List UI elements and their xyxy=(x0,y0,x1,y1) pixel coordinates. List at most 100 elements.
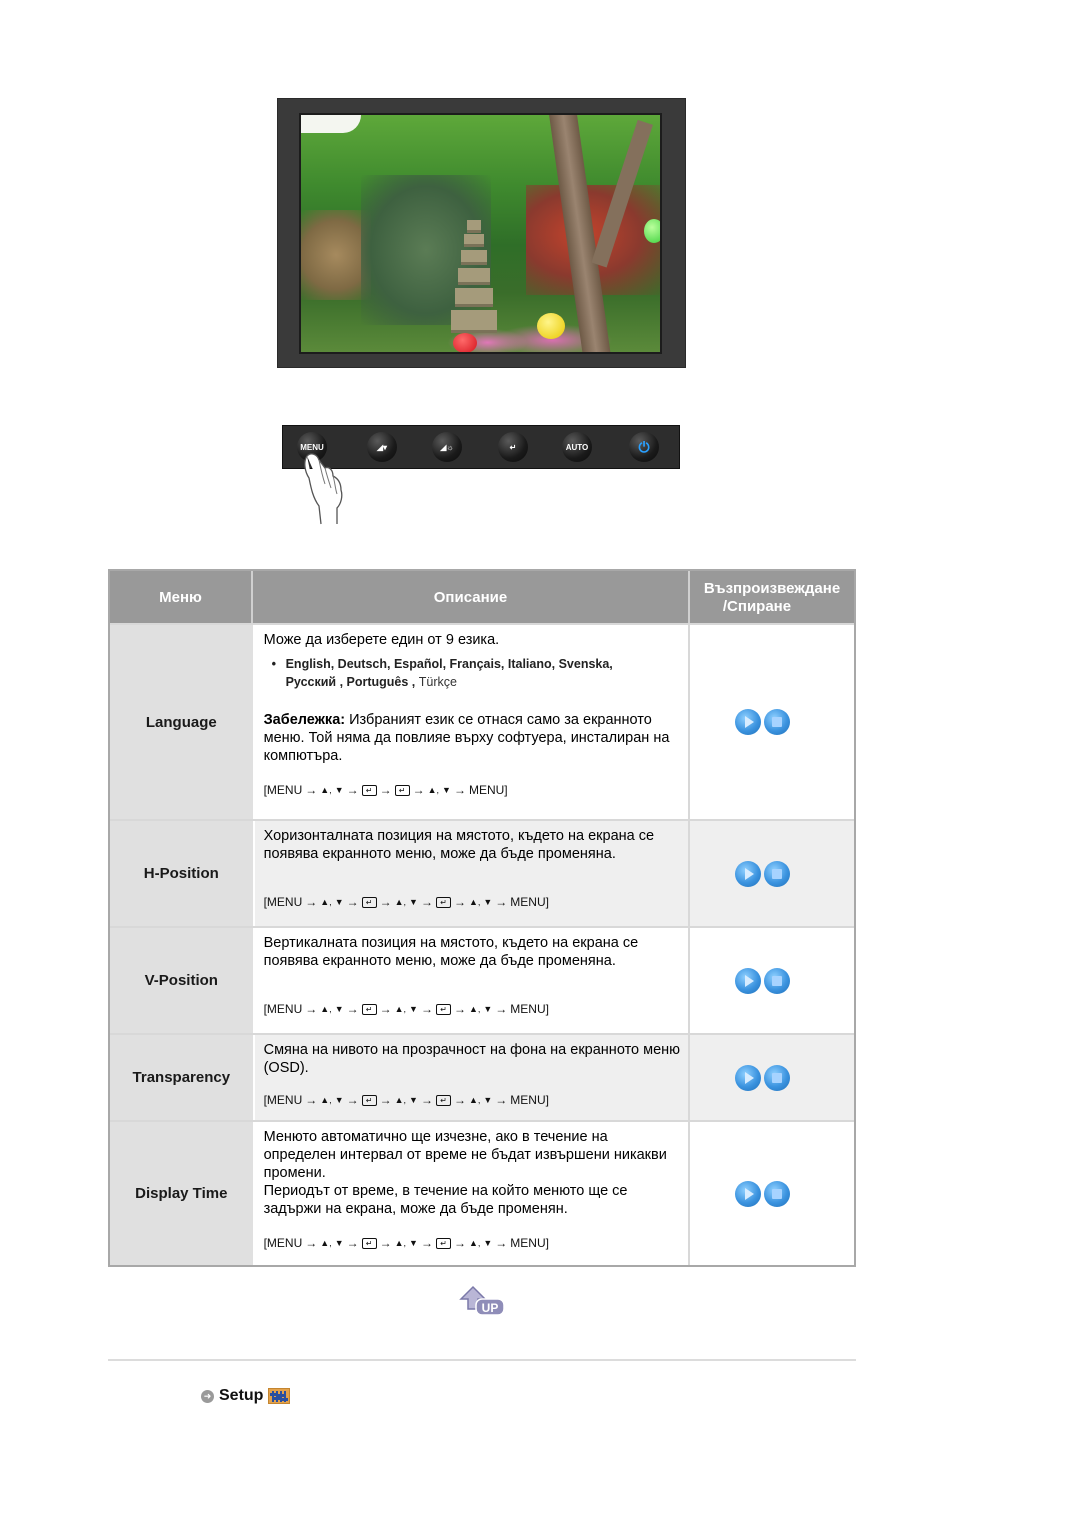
down-arrow-icon: ▼ xyxy=(334,785,344,795)
contrast-down-icon: ◢▾ xyxy=(376,442,388,452)
up-arrow-key-icon: ▲, xyxy=(468,1095,481,1105)
up-arrow-key-icon: ▲, xyxy=(320,1095,332,1105)
playback-cell xyxy=(690,928,854,1033)
right-arrow-icon: → xyxy=(305,1002,318,1016)
menu-cell: Language xyxy=(110,625,255,819)
enter-key-icon: ↵ xyxy=(394,784,410,796)
right-arrow-icon: → xyxy=(420,1236,433,1250)
stop-icon[interactable] xyxy=(763,860,790,887)
play-icon[interactable] xyxy=(734,1064,761,1091)
play-icon[interactable] xyxy=(734,967,761,994)
brightness-icon: ◢☼ xyxy=(440,442,454,452)
down-arrow-icon: ▼ xyxy=(334,1238,344,1248)
right-arrow-icon: → xyxy=(305,783,318,797)
key-sequence: [MENU → ▲, ▼ → ↵ → ▲, ▼ → ↵ → ▲, ▼ → MENU] xyxy=(264,893,681,911)
down-arrow-icon: ▼ xyxy=(334,1004,344,1014)
right-arrow-icon: → xyxy=(305,1236,318,1250)
right-arrow-icon: → xyxy=(305,1093,318,1107)
key-sequence: [MENU → ▲, ▼ → ↵ → ▲, ▼ → ↵ → ▲, ▼ → MENU] xyxy=(264,1234,681,1252)
right-arrow-icon: → xyxy=(412,783,425,797)
right-arrow-icon: → xyxy=(379,1236,392,1250)
arrow-right-circle-icon: ➜ xyxy=(201,1389,214,1403)
description-text: Хоризонталната позиция на мястото, къдет… xyxy=(263,828,655,862)
enter-button: ↵ xyxy=(498,432,528,462)
down-arrow-icon: ▼ xyxy=(483,1238,493,1248)
right-arrow-icon: → xyxy=(346,895,359,909)
description-text: Менюто автоматично ще изчезне, ако в теч… xyxy=(263,1129,667,1181)
up-arrow-key-icon: ▲, xyxy=(320,785,332,795)
key-sequence: [MENU → ▲, ▼ → ↵ → ▲, ▼ → ↵ → ▲, ▼ → MENU] xyxy=(264,1091,681,1109)
monitor-illustration xyxy=(277,98,686,368)
auto-button: AUTO xyxy=(562,432,592,462)
sequence-text: [MENU xyxy=(263,895,303,909)
right-arrow-icon: → xyxy=(379,1093,392,1107)
menu-cell: Transparency xyxy=(110,1035,255,1120)
power-icon: ⏻ xyxy=(638,438,650,455)
table-row-v-position: V-Position Вертикалната позиция на място… xyxy=(110,926,854,1033)
right-arrow-icon: → xyxy=(495,1236,508,1250)
right-arrow-icon: → xyxy=(346,1002,359,1016)
header-description: Описание xyxy=(253,571,690,623)
up-arrow-key-icon: ▲, xyxy=(394,1095,407,1105)
enter-key-icon: ↵ xyxy=(361,1003,377,1015)
menu-cell: Display Time xyxy=(110,1122,255,1265)
enter-key-icon: ↵ xyxy=(435,1094,451,1106)
right-arrow-icon: → xyxy=(453,1002,466,1016)
playback-cell xyxy=(690,625,854,819)
down-arrow-icon: ▼ xyxy=(409,1004,418,1014)
sequence-text: [MENU xyxy=(263,1002,303,1016)
key-sequence: [MENU → ▲, ▼ → ↵ → ▲, ▼ → ↵ → ▲, ▼ → MENU] xyxy=(264,1000,681,1018)
sequence-text: MENU] xyxy=(468,783,508,797)
stop-icon[interactable] xyxy=(763,967,790,994)
stop-icon[interactable] xyxy=(763,1180,790,1207)
enter-key-icon: ↵ xyxy=(361,1094,377,1106)
up-arrow-key-icon: ▲, xyxy=(468,1004,481,1014)
menu-cell: H-Position xyxy=(110,821,255,926)
down-arrow-icon: ▼ xyxy=(483,1004,493,1014)
down-arrow-icon: ▼ xyxy=(409,1095,418,1105)
pointing-hand-icon xyxy=(304,453,343,525)
play-icon[interactable] xyxy=(734,1180,761,1207)
setup-link[interactable]: ➜ Setup xyxy=(201,1387,291,1405)
down-arrow-icon: ▼ xyxy=(334,1095,344,1105)
enter-key-icon: ↵ xyxy=(361,1237,377,1249)
header-menu: Меню xyxy=(110,571,253,623)
stop-icon[interactable] xyxy=(763,1064,790,1091)
description-cell: Смяна на нивото на прозрачност на фона н… xyxy=(254,1035,691,1120)
right-arrow-icon: → xyxy=(346,1093,359,1107)
down-arrow-icon: ▼ xyxy=(483,1095,493,1105)
up-arrow-key-icon: ▲, xyxy=(394,897,407,907)
up-arrow-key-icon: ▲, xyxy=(468,897,481,907)
description-intro: Може да изберете един от 9 езика. xyxy=(263,632,500,648)
right-arrow-icon: → xyxy=(379,1002,392,1016)
description-text: Вертикалната позиция на мястото, където … xyxy=(263,935,639,969)
key-sequence: [MENU → ▲, ▼ → ↵ → ↵ → ▲, ▼ → MENU] xyxy=(264,781,681,799)
playback-cell xyxy=(690,1035,854,1120)
setup-sliders-icon xyxy=(268,1388,291,1404)
play-icon[interactable] xyxy=(734,860,761,887)
description-cell: Менюто автоматично ще изчезне, ако в теч… xyxy=(254,1122,691,1265)
auto-icon: AUTO xyxy=(565,442,589,452)
down-arrow-icon: ▼ xyxy=(409,897,418,907)
sequence-text: MENU] xyxy=(510,1236,549,1250)
enter-key-icon: ↵ xyxy=(435,1237,451,1249)
contrast-button: ◢▾ xyxy=(367,432,397,462)
table-row-transparency: Transparency Смяна на нивото на прозрачн… xyxy=(110,1033,854,1120)
up-arrow-icon[interactable]: UP xyxy=(459,1283,505,1317)
up-label: UP xyxy=(482,1301,499,1315)
stop-icon[interactable] xyxy=(763,709,790,735)
power-button: ⏻ xyxy=(629,432,659,462)
brightness-button: ◢☼ xyxy=(432,432,462,462)
play-icon[interactable] xyxy=(734,709,761,735)
enter-key-icon: ↵ xyxy=(435,896,451,908)
monitor-screen-image xyxy=(299,113,662,354)
up-arrow-key-icon: ▲, xyxy=(468,1238,481,1248)
right-arrow-icon: → xyxy=(420,1093,433,1107)
right-arrow-icon: → xyxy=(495,895,508,909)
description-note: Забележка: Избраният език се отнася само… xyxy=(263,712,670,764)
right-arrow-icon: → xyxy=(346,783,359,797)
down-arrow-icon: ▼ xyxy=(409,1238,418,1248)
sequence-text: MENU] xyxy=(510,895,549,909)
table-row-h-position: H-Position Хоризонталната позиция на мяс… xyxy=(110,819,854,926)
menu-cell: V-Position xyxy=(110,928,255,1033)
